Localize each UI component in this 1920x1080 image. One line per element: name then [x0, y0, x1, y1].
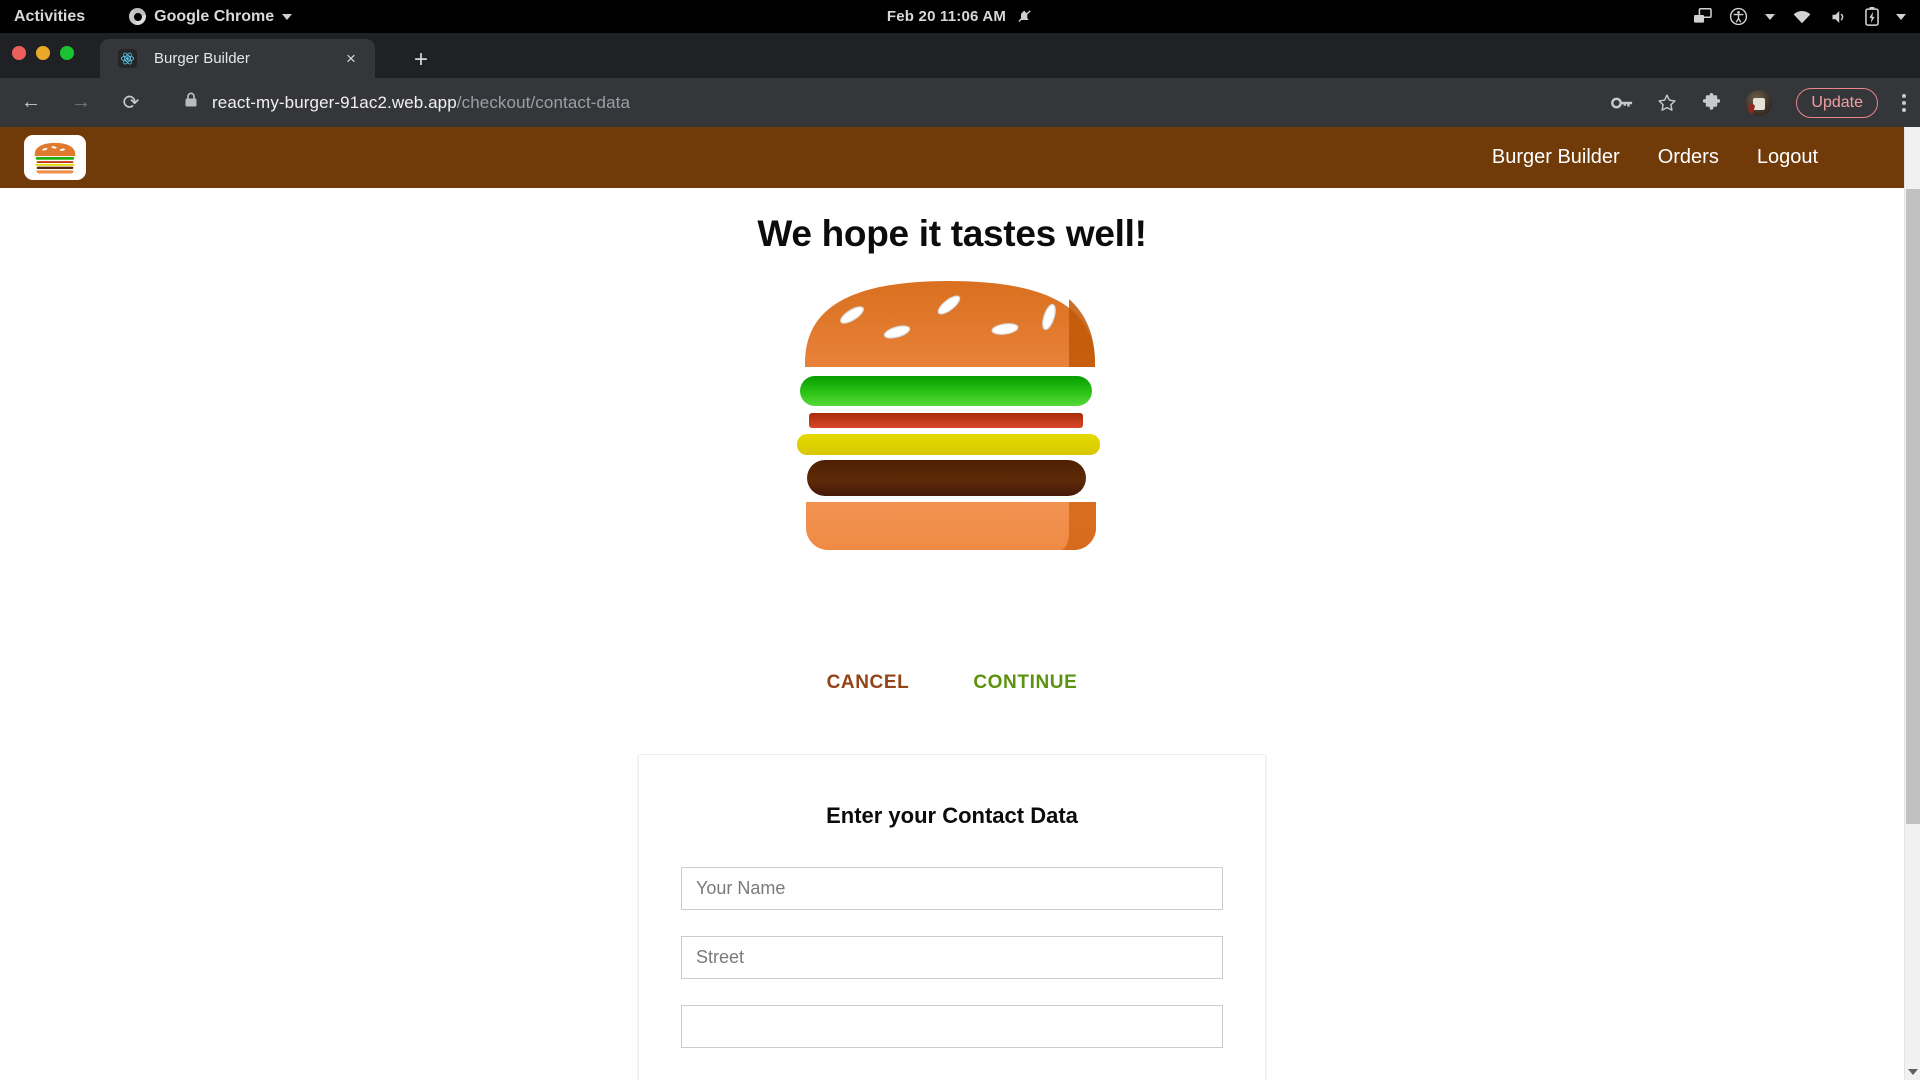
battery-icon	[1865, 7, 1879, 26]
url-text: react-my-burger-91ac2.web.app/checkout/c…	[212, 93, 630, 113]
close-tab-button[interactable]: ×	[341, 49, 361, 69]
minimize-window-button[interactable]	[36, 46, 50, 60]
tab-title: Burger Builder	[154, 50, 250, 67]
contact-data-form	[681, 867, 1223, 1048]
volume-icon	[1832, 10, 1844, 23]
wifi-icon	[1793, 10, 1811, 23]
clock-label: Feb 20 11:06 AM	[886, 8, 1007, 25]
chrome-icon	[129, 8, 147, 25]
checkout-actions: CANCEL CONTINUE	[821, 668, 1084, 698]
name-input[interactable]	[681, 867, 1223, 910]
system-menu-caret-icon	[1896, 13, 1906, 20]
app-nav-links: Burger Builder Orders Logout	[1492, 146, 1818, 169]
url-host: react-my-burger-91ac2.web.app	[212, 92, 457, 112]
browser-tab-strip: Burger Builder × +	[0, 33, 1920, 78]
app-menu-button[interactable]: Google Chrome	[129, 7, 293, 26]
forward-button[interactable]: →	[66, 88, 96, 118]
password-key-icon[interactable]	[1611, 95, 1633, 111]
app-navbar: Burger Builder Orders Logout	[0, 127, 1904, 188]
app-menu-label: Google Chrome	[154, 7, 275, 25]
chevron-down-icon	[282, 13, 293, 20]
system-tray[interactable]	[1693, 7, 1906, 26]
page-viewport: Burger Builder Orders Logout We hope it …	[0, 127, 1920, 1080]
lock-icon	[184, 92, 198, 113]
chevron-down-icon	[1908, 1069, 1918, 1075]
profile-avatar[interactable]	[1746, 89, 1773, 116]
page-title: We hope it tastes well!	[757, 213, 1147, 254]
activities-button[interactable]: Activities	[14, 8, 85, 26]
toolbar-actions: Update	[1611, 87, 1906, 118]
extensions-puzzle-icon[interactable]	[1701, 92, 1722, 113]
accessibility-icon	[1729, 7, 1748, 26]
cancel-button[interactable]: CANCEL	[821, 668, 916, 698]
clock-button[interactable]: Feb 20 11:06 AM	[780, 8, 1140, 25]
react-logo-icon	[118, 49, 137, 68]
browser-toolbar: ← → ⟳ react-my-burger-91ac2.web.app/chec…	[0, 78, 1920, 127]
three-dot-menu-icon[interactable]	[1902, 93, 1906, 112]
window-controls[interactable]	[12, 46, 74, 60]
contact-data-card: Enter your Contact Data	[638, 754, 1266, 1080]
bookmark-star-icon[interactable]	[1657, 93, 1677, 113]
burger-logo[interactable]	[24, 135, 86, 180]
street-input[interactable]	[681, 936, 1223, 979]
nav-link-burger-builder[interactable]: Burger Builder	[1492, 146, 1620, 169]
update-button[interactable]: Update	[1796, 87, 1878, 118]
url-path: /checkout/contact-data	[456, 92, 631, 112]
close-window-button[interactable]	[12, 46, 26, 60]
nav-link-orders[interactable]: Orders	[1658, 146, 1719, 169]
nav-link-logout[interactable]: Logout	[1757, 146, 1818, 169]
page-scrollbar[interactable]	[1904, 127, 1920, 1080]
notifications-muted-icon	[1018, 10, 1031, 22]
continue-button[interactable]: CONTINUE	[967, 668, 1083, 698]
new-tab-button[interactable]: +	[408, 48, 434, 74]
contact-form-heading: Enter your Contact Data	[826, 803, 1078, 828]
scrollbar-thumb[interactable]	[1906, 189, 1920, 824]
back-button[interactable]: ←	[16, 88, 46, 118]
gnome-top-bar: Activities Google Chrome Feb 20 11:06 AM	[0, 0, 1920, 33]
scroll-down-arrow[interactable]	[1905, 1064, 1920, 1080]
zipcode-input[interactable]	[681, 1005, 1223, 1048]
reload-button[interactable]: ⟳	[116, 88, 146, 118]
browser-tab[interactable]: Burger Builder ×	[100, 39, 375, 78]
checkout-summary: We hope it tastes well! CANCEL CONTINUE …	[0, 188, 1904, 1080]
burger-preview	[797, 273, 1107, 558]
screen-share-icon	[1694, 8, 1712, 23]
maximize-window-button[interactable]	[60, 46, 74, 60]
dropdown-caret-icon	[1765, 13, 1775, 20]
